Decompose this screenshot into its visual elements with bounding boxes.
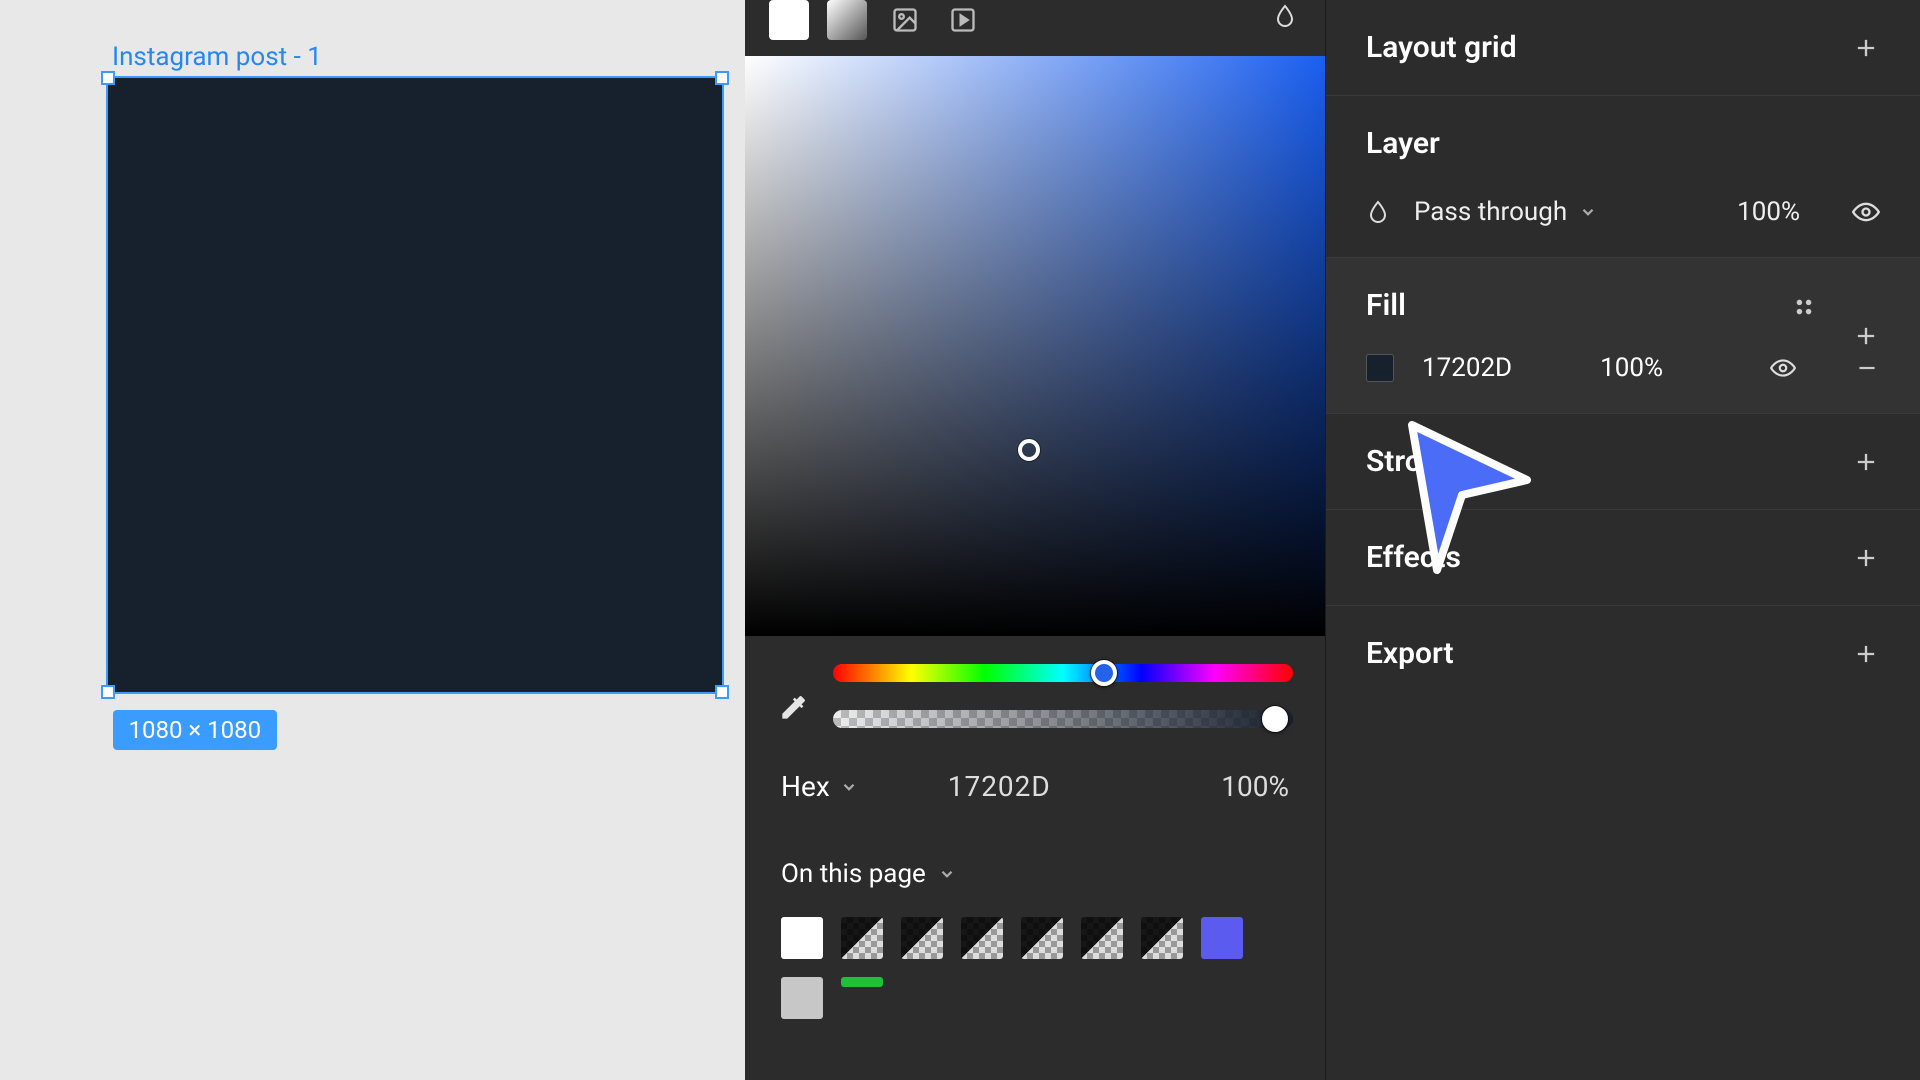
resize-handle-bottom-right[interactable]	[715, 685, 729, 699]
frame-label[interactable]: Instagram post - 1	[112, 42, 322, 72]
fill-title: Fill	[1366, 288, 1406, 323]
droplet-icon	[1366, 200, 1390, 224]
layer-visibility-toggle[interactable]	[1852, 198, 1880, 226]
hue-thumb[interactable]	[1091, 660, 1117, 686]
paint-type-video[interactable]	[943, 0, 983, 40]
fill-visibility-toggle[interactable]	[1770, 355, 1796, 381]
remove-fill-button[interactable]	[1854, 355, 1880, 381]
section-effects: Effects	[1326, 510, 1920, 606]
section-export: Export	[1326, 606, 1920, 701]
chevron-down-icon	[840, 778, 858, 796]
inspector-panel: Layout grid Layer Pass through 100% Fill	[1325, 0, 1920, 1080]
canvas[interactable]: Instagram post - 1 1080 × 1080	[0, 0, 745, 1080]
add-fill-button[interactable]	[1852, 322, 1880, 350]
swatch-black-alpha-1[interactable]	[841, 917, 883, 959]
swatch-green[interactable]	[841, 977, 883, 987]
fill-color-swatch[interactable]	[1366, 354, 1394, 382]
image-icon	[891, 6, 919, 34]
section-layer: Layer Pass through 100%	[1326, 96, 1920, 258]
eyedropper-icon	[777, 692, 809, 724]
selection-size-badge: 1080 × 1080	[113, 710, 278, 750]
plus-icon	[1852, 544, 1880, 572]
export-title: Export	[1366, 636, 1454, 671]
layout-grid-title: Layout grid	[1366, 30, 1517, 65]
paint-type-image[interactable]	[885, 0, 925, 40]
opacity-input[interactable]: 100%	[1221, 770, 1289, 803]
layer-title: Layer	[1366, 126, 1440, 161]
plus-icon	[1852, 448, 1880, 476]
fill-hex-input[interactable]: 17202D	[1422, 353, 1512, 383]
paint-type-gradient[interactable]	[827, 0, 867, 40]
swatch-grey[interactable]	[781, 977, 823, 1019]
eyedropper-button[interactable]	[777, 692, 809, 724]
swatch-black-alpha-2[interactable]	[901, 917, 943, 959]
document-colors-label: On this page	[781, 859, 926, 889]
fill-opacity-input[interactable]: 100%	[1600, 353, 1663, 383]
stroke-title: Stroke	[1366, 444, 1453, 479]
plus-icon	[1852, 640, 1880, 668]
styles-icon	[1793, 296, 1815, 318]
blend-mode-select[interactable]: Pass through	[1414, 197, 1597, 227]
swatch-black-alpha-3[interactable]	[961, 917, 1003, 959]
document-swatch-grid	[781, 917, 1289, 1019]
swatch-black-alpha-5[interactable]	[1081, 917, 1123, 959]
saturation-value-field[interactable]	[745, 56, 1325, 636]
section-stroke: Stroke	[1326, 414, 1920, 510]
document-colors-dropdown[interactable]: On this page	[781, 859, 1289, 889]
chevron-down-icon	[938, 865, 956, 883]
selected-frame[interactable]	[106, 76, 724, 694]
add-effect-button[interactable]	[1852, 544, 1880, 572]
hue-slider[interactable]	[833, 664, 1293, 682]
paint-type-solid[interactable]	[769, 0, 809, 40]
add-layout-grid-button[interactable]	[1852, 34, 1880, 62]
alpha-slider[interactable]	[833, 710, 1293, 728]
swatch-black-alpha-6[interactable]	[1141, 917, 1183, 959]
video-icon	[949, 6, 977, 34]
color-picker-popover: Hex 17202D 100% On this page	[745, 0, 1325, 1080]
swatch-black-alpha-4[interactable]	[1021, 917, 1063, 959]
hex-input[interactable]: 17202D	[948, 770, 1051, 803]
eye-icon	[1852, 198, 1880, 226]
alpha-thumb[interactable]	[1262, 706, 1288, 732]
minus-icon	[1854, 355, 1880, 381]
resize-handle-top-left[interactable]	[101, 71, 115, 85]
fill-styles-button[interactable]	[1793, 296, 1815, 318]
layer-opacity-input[interactable]: 100%	[1737, 197, 1800, 227]
color-mode-label: Hex	[781, 770, 830, 803]
section-fill: Fill 17202D 100%	[1326, 258, 1920, 414]
resize-handle-top-right[interactable]	[715, 71, 729, 85]
blend-mode-icon[interactable]	[1273, 4, 1297, 28]
blend-mode-value: Pass through	[1414, 197, 1567, 227]
color-mode-select[interactable]: Hex	[781, 770, 858, 803]
swatch-white[interactable]	[781, 917, 823, 959]
plus-icon	[1852, 322, 1880, 350]
effects-title: Effects	[1366, 540, 1461, 575]
add-export-button[interactable]	[1852, 640, 1880, 668]
sv-thumb[interactable]	[1018, 439, 1040, 461]
section-layout-grid: Layout grid	[1326, 0, 1920, 96]
plus-icon	[1852, 34, 1880, 62]
chevron-down-icon	[1579, 203, 1597, 221]
eye-icon	[1770, 355, 1796, 381]
resize-handle-bottom-left[interactable]	[101, 685, 115, 699]
add-stroke-button[interactable]	[1852, 448, 1880, 476]
swatch-blue[interactable]	[1201, 917, 1243, 959]
